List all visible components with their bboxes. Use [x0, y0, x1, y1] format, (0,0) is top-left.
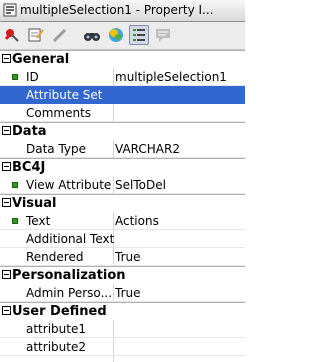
- color-scheme-icon[interactable]: [106, 25, 126, 45]
- property-row-rendered[interactable]: Rendered True: [0, 248, 245, 266]
- window-title: multipleSelection1 - Property I...: [20, 3, 214, 17]
- property-row-attribute2[interactable]: attribute2: [0, 338, 245, 356]
- pin-icon[interactable]: [2, 25, 22, 45]
- collapse-icon[interactable]: [2, 162, 11, 171]
- property-row-text[interactable]: Text Actions: [0, 212, 245, 230]
- property-value[interactable]: multipleSelection1: [115, 70, 243, 84]
- section-visual[interactable]: Visual: [0, 194, 245, 212]
- property-row-id[interactable]: ID multipleSelection1: [0, 68, 245, 86]
- property-name: Rendered: [26, 250, 84, 264]
- property-toolbar: [0, 22, 245, 50]
- property-sheet: General ID multipleSelection1 Attribute …: [0, 50, 245, 362]
- property-row-attribute1[interactable]: attribute1: [0, 320, 245, 338]
- collapse-icon[interactable]: [2, 270, 11, 279]
- comment-icon[interactable]: [153, 25, 173, 45]
- property-value[interactable]: SelToDel: [115, 178, 243, 192]
- collapse-icon[interactable]: [2, 306, 11, 315]
- property-name: Admin Perso...: [26, 286, 113, 300]
- property-name: Comments: [26, 106, 92, 120]
- section-user-defined[interactable]: User Defined: [0, 302, 245, 320]
- property-row-view-attribute[interactable]: View Attribute SelToDel: [0, 176, 245, 194]
- section-bc4j[interactable]: BC4J: [0, 158, 245, 176]
- property-name: Data Type: [26, 142, 87, 156]
- property-name: Text: [26, 214, 51, 228]
- property-row-comments[interactable]: Comments: [0, 104, 245, 122]
- property-value[interactable]: True: [115, 286, 243, 300]
- property-name: ID: [26, 70, 39, 84]
- property-row-additional-text[interactable]: Additional Text: [0, 230, 245, 248]
- property-value[interactable]: Actions: [115, 214, 243, 228]
- edit-icon[interactable]: [26, 25, 46, 45]
- collapse-icon[interactable]: [2, 198, 11, 207]
- categorized-view-icon[interactable]: [129, 25, 149, 45]
- property-name: Attribute Set: [26, 88, 103, 102]
- property-value[interactable]: VARCHAR2: [115, 142, 243, 156]
- required-marker-icon: [12, 74, 18, 80]
- required-marker-icon: [12, 182, 18, 188]
- collapse-icon[interactable]: [2, 54, 11, 63]
- required-marker-icon: [12, 218, 18, 224]
- property-row-data-type[interactable]: Data Type VARCHAR2: [0, 140, 245, 158]
- property-name: Additional Text: [26, 232, 114, 246]
- property-value[interactable]: True: [115, 250, 243, 264]
- property-inspector-icon: [3, 3, 17, 17]
- section-data[interactable]: Data: [0, 122, 245, 140]
- section-personalization[interactable]: Personalization: [0, 266, 245, 284]
- property-name: attribute2: [26, 340, 86, 354]
- binoculars-icon[interactable]: [82, 25, 102, 45]
- pencil-icon[interactable]: [50, 25, 70, 45]
- property-row-admin-personalization[interactable]: Admin Perso... True: [0, 284, 245, 302]
- property-name: View Attribute: [26, 178, 112, 192]
- property-name: attribute1: [26, 322, 86, 336]
- title-bar: multipleSelection1 - Property I...: [0, 0, 245, 22]
- property-row-attribute-set[interactable]: Attribute Set: [0, 86, 245, 104]
- section-general[interactable]: General: [0, 50, 245, 68]
- collapse-icon[interactable]: [2, 126, 11, 135]
